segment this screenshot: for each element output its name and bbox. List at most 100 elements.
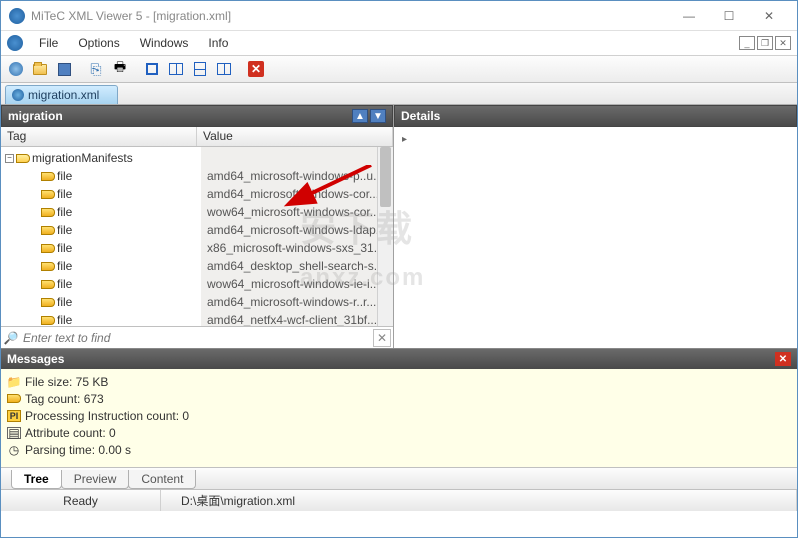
disk-icon	[58, 63, 71, 76]
message-row: ◷Parsing time: 0.00 s	[7, 441, 791, 458]
details-body: ▸	[394, 127, 797, 348]
message-row: 📁 File size: 75 KB	[7, 373, 791, 390]
tag-open-icon	[16, 154, 30, 163]
mdi-minimize-button[interactable]: _	[739, 36, 755, 50]
details-panel-title: Details	[401, 109, 440, 123]
tree-child-row[interactable]: file	[1, 311, 201, 326]
tree-child-row[interactable]: file	[1, 185, 201, 203]
layout3-button[interactable]	[189, 58, 211, 80]
minimize-button[interactable]: —	[669, 2, 709, 30]
tree-grid-body: − migrationManifests filefilefilefilefil…	[1, 147, 393, 326]
collapse-button[interactable]: ▲	[352, 109, 368, 123]
expander-icon[interactable]: −	[5, 154, 14, 163]
vertical-scrollbar[interactable]	[377, 147, 393, 326]
export-button[interactable]: ⎘	[85, 58, 107, 80]
mdi-restore-button[interactable]: ❐	[757, 36, 773, 50]
close-doc-button[interactable]: ✕	[245, 58, 267, 80]
tree-child-label: file	[57, 169, 72, 183]
layout1-button[interactable]	[141, 58, 163, 80]
details-expander-icon[interactable]: ▸	[402, 134, 407, 145]
details-panel-header: Details	[394, 105, 797, 127]
open-button[interactable]	[29, 58, 51, 80]
find-bar: 🔎 ✕	[1, 326, 393, 348]
tree-child-row[interactable]: file	[1, 167, 201, 185]
status-ready: Ready	[1, 490, 161, 511]
col-tag[interactable]: Tag	[1, 127, 197, 146]
message-text: Tag count: 673	[25, 392, 104, 406]
new-button[interactable]	[5, 58, 27, 80]
statusbar: Ready D:\桌面\migration.xml	[1, 489, 797, 511]
folder-open-icon	[33, 64, 47, 75]
tab-content[interactable]: Content	[128, 470, 196, 489]
value-row[interactable]: amd64_desktop_shell-search-s...	[201, 257, 377, 275]
clear-find-button[interactable]: ✕	[373, 329, 391, 347]
value-row[interactable]: wow64_microsoft-windows-cor...	[201, 203, 377, 221]
col-value[interactable]: Value	[197, 127, 393, 146]
value-column[interactable]: amd64_microsoft-windows-p..u...amd64_mic…	[201, 147, 377, 326]
value-row[interactable]: amd64_microsoft-windows-p..u...	[201, 167, 377, 185]
menu-info[interactable]: Info	[198, 34, 238, 52]
tag-icon	[41, 172, 55, 181]
tree-child-row[interactable]: file	[1, 257, 201, 275]
tag-icon	[41, 262, 55, 271]
print-button[interactable]: 🖶	[109, 58, 131, 80]
layout4-button[interactable]	[213, 58, 235, 80]
tree-child-label: file	[57, 241, 72, 255]
value-row[interactable]: x86_microsoft-windows-sxs_31...	[201, 239, 377, 257]
printer-icon: 🖶	[114, 58, 126, 80]
tree-child-row[interactable]: file	[1, 239, 201, 257]
folder-icon: 📁	[7, 376, 21, 388]
menu-options[interactable]: Options	[68, 34, 129, 52]
tree-panel: migration ▲ ▼ Tag Value − migrationManif…	[1, 105, 394, 348]
bottom-tabs: Tree Preview Content	[1, 467, 797, 489]
expand-button[interactable]: ▼	[370, 109, 386, 123]
tree-panel-title: migration	[8, 109, 63, 123]
window-title: MiTeC XML Viewer 5 - [migration.xml]	[31, 9, 669, 23]
message-text: File size: 75 KB	[25, 375, 108, 389]
messages-panel: Messages ✕ 📁File size: 75 KB Tag count: …	[1, 348, 797, 467]
message-row: PIProcessing Instruction count: 0	[7, 407, 791, 424]
close-button[interactable]: ✕	[749, 2, 789, 30]
tree-column[interactable]: − migrationManifests filefilefilefilefil…	[1, 147, 201, 326]
find-input[interactable]	[19, 329, 373, 347]
tab-preview[interactable]: Preview	[61, 470, 130, 489]
scrollbar-thumb[interactable]	[380, 147, 391, 207]
tag-icon	[7, 393, 21, 405]
binoculars-icon[interactable]: 🔎	[3, 330, 19, 346]
value-row[interactable]: amd64_netfx4-wcf-client_31bf...	[201, 311, 377, 326]
tree-child-label: file	[57, 223, 72, 237]
tag-icon	[41, 316, 55, 325]
tree-panel-header: migration ▲ ▼	[1, 105, 393, 127]
tab-tree[interactable]: Tree	[11, 470, 62, 489]
menu-file[interactable]: File	[29, 34, 68, 52]
value-row[interactable]: amd64_microsoft-windows-ldap...	[201, 221, 377, 239]
maximize-button[interactable]: ☐	[709, 2, 749, 30]
tree-child-row[interactable]: file	[1, 275, 201, 293]
message-text: Processing Instruction count: 0	[25, 409, 189, 423]
document-tabbar: migration.xml	[1, 83, 797, 105]
file-icon	[12, 89, 24, 101]
tree-child-row[interactable]: file	[1, 203, 201, 221]
app-menu-icon[interactable]	[7, 35, 23, 51]
tag-icon	[41, 298, 55, 307]
tree-child-row[interactable]: file	[1, 293, 201, 311]
value-row[interactable]: amd64_microsoft-windows-r..r...	[201, 293, 377, 311]
tree-child-label: file	[57, 277, 72, 291]
tree-grid-header: Tag Value	[1, 127, 393, 147]
value-row[interactable]: wow64_microsoft-windows-ie-i...	[201, 275, 377, 293]
messages-close-button[interactable]: ✕	[775, 352, 791, 366]
layout-hsplit-icon	[194, 62, 206, 76]
titlebar: MiTeC XML Viewer 5 - [migration.xml] — ☐…	[1, 1, 797, 31]
tag-icon	[41, 280, 55, 289]
tree-child-label: file	[57, 313, 72, 326]
tree-root-row[interactable]: − migrationManifests	[1, 149, 201, 167]
tag-icon	[41, 244, 55, 253]
save-button[interactable]	[53, 58, 75, 80]
value-row[interactable]: amd64_microsoft-windows-cor...	[201, 185, 377, 203]
tree-child-row[interactable]: file	[1, 221, 201, 239]
clock-icon: ◷	[7, 444, 21, 456]
document-tab[interactable]: migration.xml	[5, 85, 118, 104]
layout2-button[interactable]	[165, 58, 187, 80]
mdi-close-button[interactable]: ✕	[775, 36, 791, 50]
menu-windows[interactable]: Windows	[130, 34, 199, 52]
